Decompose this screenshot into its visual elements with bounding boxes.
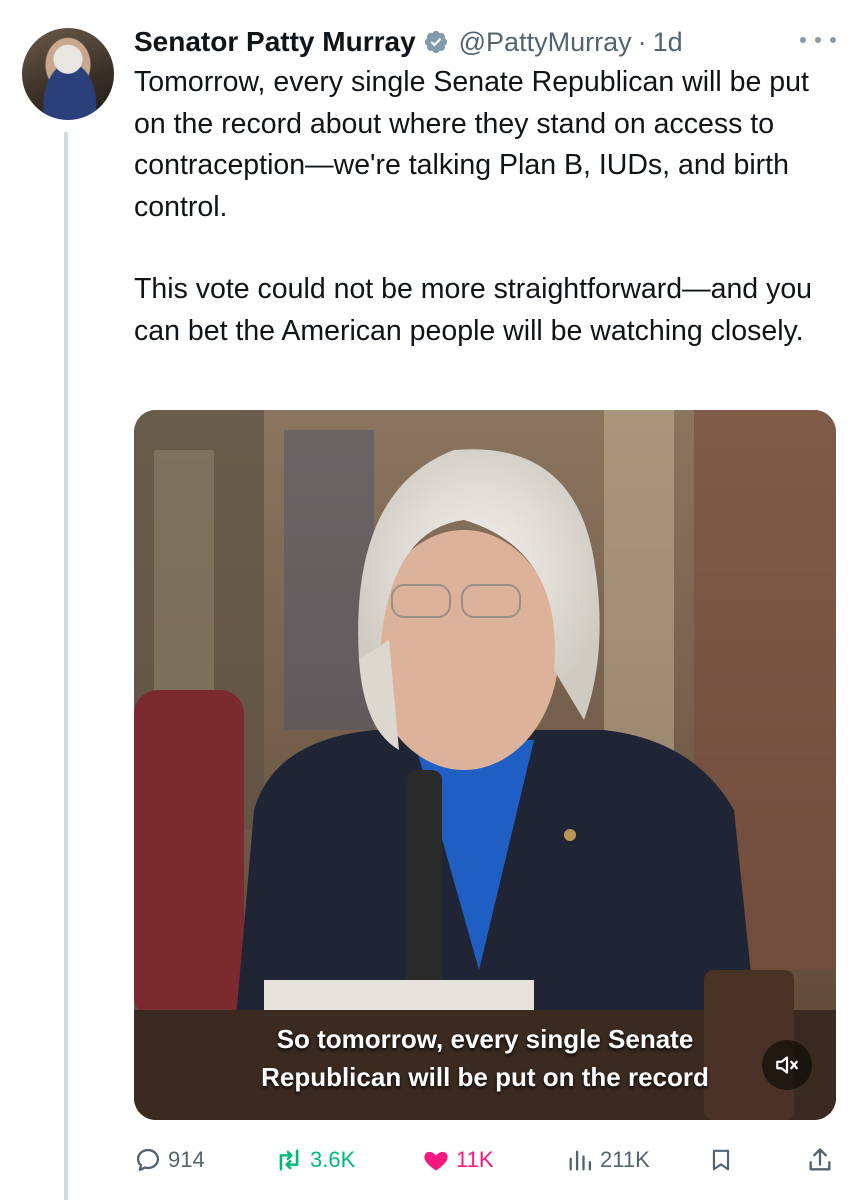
mute-button[interactable] (762, 1040, 812, 1090)
repost-button[interactable]: 3.6K (274, 1142, 355, 1178)
avatar[interactable] (22, 28, 114, 120)
caption-line-1: So tomorrow, every single Senate (276, 1024, 694, 1054)
action-bar: 914 3.6K 11K 211K (134, 1142, 836, 1178)
video-player[interactable]: So tomorrow, every single Senate Republi… (134, 410, 836, 1120)
reply-button[interactable]: 914 (134, 1142, 205, 1178)
like-icon (424, 1151, 448, 1171)
more-icon[interactable] (800, 28, 836, 52)
like-button[interactable]: 11K (422, 1142, 494, 1178)
like-count: 11K (456, 1147, 494, 1172)
share-button[interactable] (806, 1142, 840, 1178)
volume-muted-icon (776, 1056, 798, 1074)
repost-count: 3.6K (310, 1147, 356, 1172)
reply-count: 914 (168, 1147, 205, 1172)
verified-badge-icon[interactable] (423, 29, 449, 55)
author-name[interactable]: Senator Patty Murray (134, 26, 416, 58)
tweet-text: Tomorrow, every single Senate Republican… (134, 62, 839, 352)
views-icon (569, 1150, 592, 1171)
views-count: 211K (600, 1147, 650, 1172)
video-frame (134, 410, 836, 1120)
video-caption: So tomorrow, every single Senate Republi… (134, 1020, 836, 1096)
views-button[interactable]: 211K (566, 1142, 650, 1178)
bookmark-button[interactable] (708, 1142, 740, 1178)
reply-icon (136, 1148, 160, 1172)
share-icon (809, 1148, 831, 1171)
bookmark-icon (712, 1149, 730, 1171)
caption-line-2: Republican will be put on the record (261, 1062, 709, 1092)
separator-dot: · (637, 26, 647, 57)
tweet-header: Senator Patty Murray @PattyMurray · 1d (134, 24, 683, 60)
timestamp[interactable]: 1d (653, 27, 683, 58)
author-handle[interactable]: @PattyMurray (459, 27, 632, 58)
repost-icon (279, 1149, 299, 1171)
tweet-paragraph-1: Tomorrow, every single Senate Republican… (134, 66, 809, 223)
thread-line (64, 132, 68, 1200)
tweet-paragraph-2: This vote could not be more straightforw… (134, 273, 813, 347)
